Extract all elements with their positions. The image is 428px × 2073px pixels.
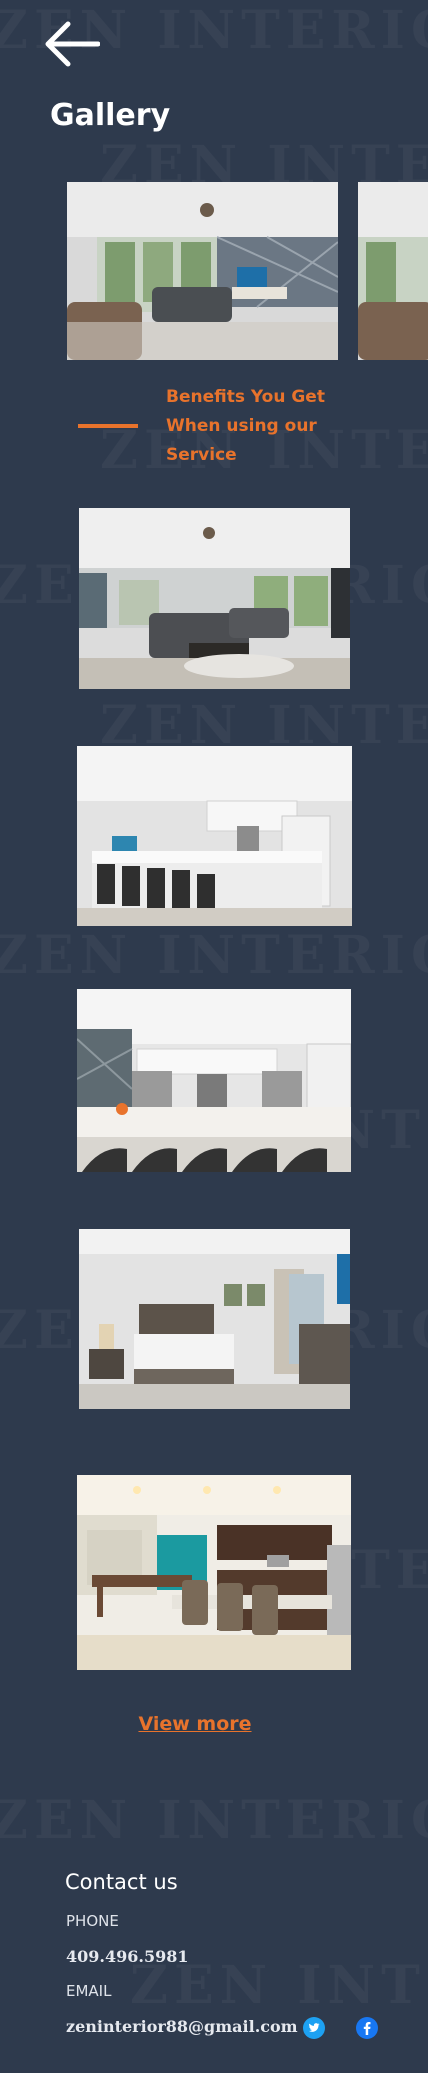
carousel-photo-next[interactable] bbox=[358, 182, 428, 360]
phone-label: PHONE bbox=[66, 1912, 119, 1930]
twitter-icon bbox=[308, 2023, 320, 2032]
phone-number[interactable]: 409.496.5981 bbox=[66, 1947, 188, 1966]
arrow-left-icon bbox=[45, 21, 101, 67]
benefits-heading: Benefits You Get When using our Service bbox=[166, 387, 325, 465]
twitter-button[interactable] bbox=[303, 2017, 325, 2039]
watermark-text: ZEN INTERIOR bbox=[0, 1790, 428, 1851]
gallery-photo-bedroom[interactable] bbox=[79, 1229, 350, 1409]
contact-title: Contact us bbox=[65, 1870, 178, 1894]
facebook-button[interactable] bbox=[356, 2017, 378, 2039]
gallery-carousel[interactable] bbox=[67, 182, 428, 360]
facebook-icon bbox=[363, 2022, 371, 2035]
gallery-photo-kitchen-counter[interactable] bbox=[77, 989, 351, 1172]
view-more-link[interactable]: View more bbox=[0, 1713, 390, 1735]
gallery-photo-kitchen-island[interactable] bbox=[77, 746, 352, 926]
benefits-accent-line bbox=[78, 424, 138, 428]
gallery-photo-living-room[interactable] bbox=[79, 508, 350, 689]
watermark-text: ZEN INTERIOR bbox=[0, 925, 428, 986]
back-button[interactable] bbox=[42, 20, 101, 68]
page-title: Gallery bbox=[50, 98, 171, 133]
email-address[interactable]: zeninterior88@gmail.com bbox=[66, 2017, 298, 2036]
carousel-photo-living-room[interactable] bbox=[67, 182, 339, 360]
gallery-photo-dining-area[interactable] bbox=[77, 1475, 351, 1670]
email-label: EMAIL bbox=[66, 1982, 112, 2000]
